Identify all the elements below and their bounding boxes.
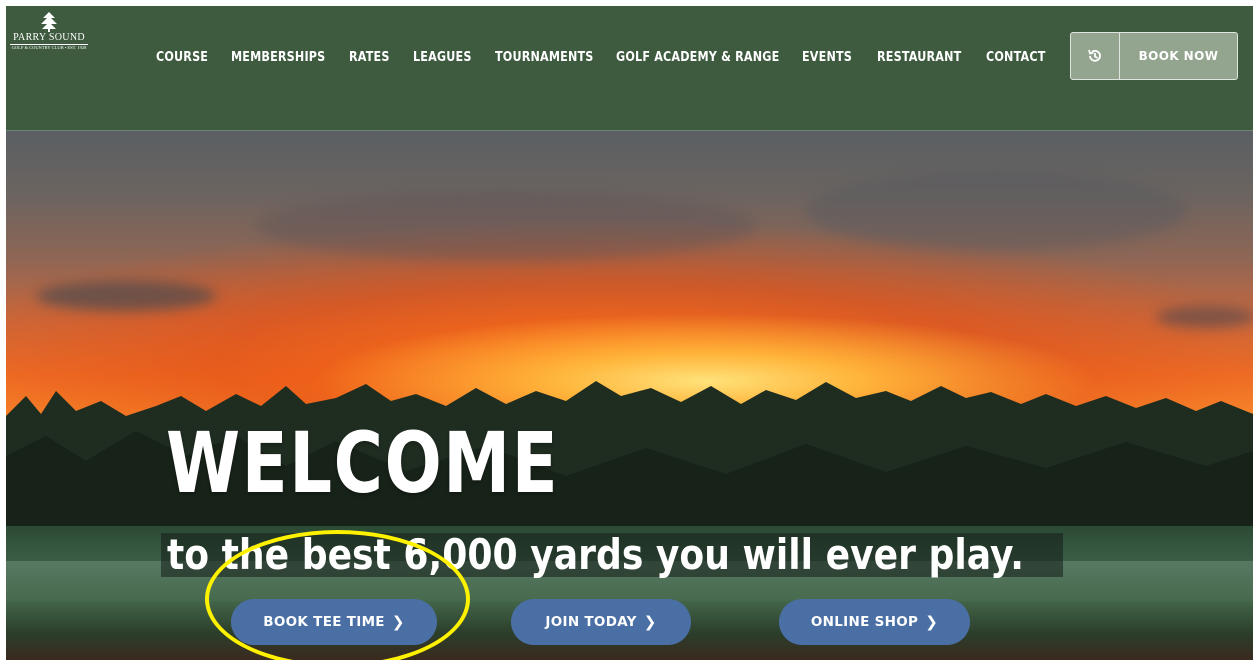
nav-contact[interactable]: CONTACT [986,48,1046,68]
nav-memberships[interactable]: MEMBERSHIPS [231,48,332,68]
history-icon [1088,49,1101,62]
cloud [36,281,216,311]
chevron-right-icon: ❯ [925,613,939,631]
nav-events[interactable]: EVENTS [802,48,867,68]
nav-leagues[interactable]: LEAGUES [413,48,484,68]
nav-golf-academy-range[interactable]: GOLF ACADEMY & RANGE [616,48,779,68]
hero-headline: WELCOME [166,414,560,512]
highlight-circle-annotation [205,530,470,660]
logo-name: PARRY SOUND [10,32,88,45]
club-logo[interactable]: PARRY SOUND GOLF & COUNTRY CLUB • EST. 1… [10,12,88,74]
cloud [806,171,1186,251]
book-now-button[interactable]: BOOK NOW [1120,33,1237,79]
pine-tree-icon [41,12,57,32]
hero-section: WELCOME to the best 6,000 yards you will… [6,131,1253,660]
nav-restaurant[interactable]: RESTAURANT [877,48,971,68]
chevron-right-icon: ❯ [643,613,657,631]
page: PARRY SOUND GOLF & COUNTRY CLUB • EST. 1… [6,6,1253,660]
cloud [256,191,756,261]
main-nav: COURSE MEMBERSHIPS RATES LEAGUES TOURNAM… [156,48,1056,68]
nav-rates[interactable]: RATES [349,48,404,68]
join-today-button[interactable]: JOIN TODAY ❯ [511,599,691,645]
logo-subtitle: GOLF & COUNTRY CLUB • EST. 1928 [11,45,87,50]
nav-tournaments[interactable]: TOURNAMENTS [495,48,599,68]
site-header: PARRY SOUND GOLF & COUNTRY CLUB • EST. 1… [6,6,1253,131]
online-shop-label: ONLINE SHOP [810,614,919,630]
history-button[interactable] [1071,33,1120,79]
join-today-label: JOIN TODAY [545,614,637,630]
cloud [1156,306,1253,328]
book-now-widget: BOOK NOW [1070,32,1238,80]
nav-course[interactable]: COURSE [156,48,221,68]
online-shop-button[interactable]: ONLINE SHOP ❯ [779,599,970,645]
